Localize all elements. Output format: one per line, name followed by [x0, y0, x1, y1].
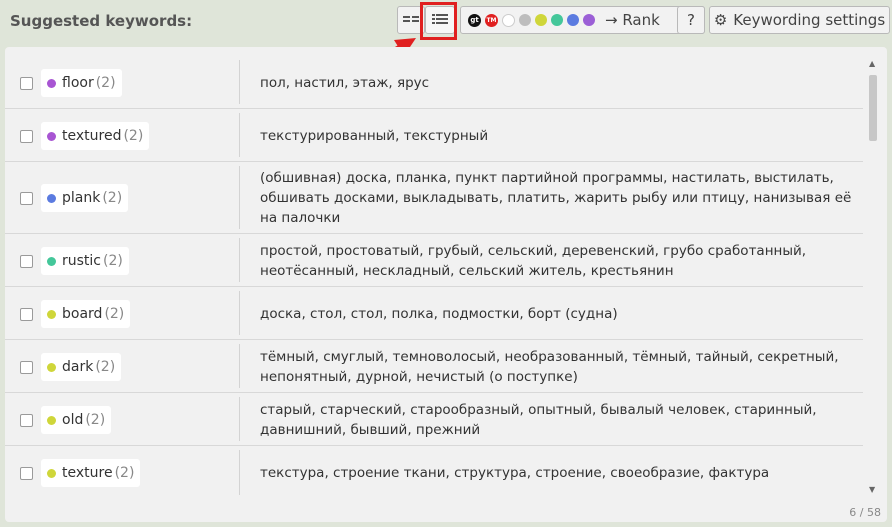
column-divider — [239, 450, 240, 495]
keyword-row: old (2) старый, старческий, старообразный,… — [5, 393, 863, 446]
keyword-translation: пол, настил, этаж, ярус — [260, 75, 430, 91]
keyword-word: dark — [62, 359, 94, 375]
keyword-row: texture (2) текстура, строение ткани, стру… — [5, 446, 863, 499]
keyword-word: floor — [62, 75, 94, 91]
keyword-chip[interactable]: texture (2) — [41, 459, 141, 487]
keyword-color-dot — [47, 415, 56, 425]
keyword-chip[interactable]: old (2) — [41, 406, 112, 434]
rank-label: → Rank — [605, 11, 660, 29]
keyword-color-dot — [47, 131, 56, 141]
keyword-row: textured (2) текстурированный, текстурный — [5, 109, 863, 162]
keyword-panel: floor (2) пол, настил, этаж, ярус textured(… — [5, 47, 887, 522]
color-dot-purple[interactable] — [583, 14, 595, 26]
keyword-word: old — [62, 412, 84, 428]
scroll-up-icon[interactable]: ▲ — [869, 59, 875, 68]
scroll-thumb[interactable] — [869, 75, 877, 141]
keyword-color-dot — [47, 362, 56, 372]
keyword-color-dot — [47, 256, 56, 266]
scroll-down-icon[interactable]: ▼ — [869, 485, 875, 494]
keyword-color-dot — [47, 309, 56, 319]
keyword-translation: (обшивная) доска, планка, пункт партийно… — [260, 170, 852, 226]
keyword-word: board — [62, 306, 103, 322]
keyword-word: texture — [62, 465, 113, 481]
keyword-chip[interactable]: dark (2) — [41, 353, 122, 381]
gt-source-icon: gt — [468, 13, 481, 27]
keyword-color-dot — [47, 78, 56, 88]
column-divider — [239, 166, 240, 229]
scrollbar[interactable]: ▲ ▼ — [867, 57, 879, 497]
keyword-count: (2) — [114, 465, 135, 481]
keyword-checkbox[interactable] — [20, 308, 33, 321]
keyword-chip[interactable]: textured (2) — [41, 122, 150, 150]
compact-list-icon — [403, 16, 419, 22]
keyword-count: (2) — [102, 190, 123, 206]
keyword-chip[interactable]: floor (2) — [41, 69, 122, 97]
keyword-checkbox[interactable] — [20, 192, 33, 205]
keyword-translation: тёмный, смуглый, темноволосый, необразов… — [260, 349, 839, 385]
keyword-count: (2) — [95, 75, 116, 91]
column-divider — [239, 397, 240, 441]
help-button[interactable]: ? — [677, 6, 705, 34]
keyword-count: (2) — [103, 253, 123, 269]
keyword-count: (2) — [123, 128, 144, 144]
keyword-count: (2) — [104, 306, 125, 322]
keyword-row: dark (2) тёмный, смуглый, темноволосый, не… — [5, 340, 863, 393]
color-dot-blue[interactable] — [567, 14, 579, 26]
keyword-translation: текстурированный, текстурный — [260, 128, 489, 144]
pager: 6 / 58 — [849, 506, 881, 519]
keyword-checkbox[interactable] — [20, 414, 33, 427]
page-title: Suggested keywords: — [10, 12, 193, 30]
keyword-checkbox[interactable] — [20, 361, 33, 374]
keyword-checkbox[interactable] — [20, 467, 33, 480]
rank-button[interactable]: gt TM → Rank — [460, 6, 705, 34]
keyword-translation: текстура, строение ткани, структура, стр… — [260, 465, 770, 481]
keyword-row: floor (2) пол, настил, этаж, ярус — [5, 56, 863, 109]
keyword-chip[interactable]: plank (2) — [41, 184, 129, 212]
keyword-row: plank (2) (обшивная) доска, планка, пункт … — [5, 162, 863, 234]
keyword-color-dot — [47, 468, 56, 478]
toolbar: Suggested keywords: gt TM → Rank ? ⚙ Key… — [0, 0, 892, 44]
column-divider — [239, 60, 240, 104]
column-divider — [239, 344, 240, 388]
keyword-chip[interactable]: board (2) — [41, 300, 131, 328]
keyword-checkbox[interactable] — [20, 77, 33, 90]
keyword-count: (2) — [95, 359, 116, 375]
column-divider — [239, 113, 240, 157]
keyword-chip[interactable]: rustic (2) — [41, 247, 129, 275]
keyword-checkbox[interactable] — [20, 130, 33, 143]
keyword-count: (2) — [85, 412, 106, 428]
keyword-translation: старый, старческий, старообразный, опытн… — [260, 402, 817, 438]
column-divider — [239, 238, 240, 282]
keyword-checkbox[interactable] — [20, 255, 33, 268]
settings-label: Keywording settings — [733, 11, 886, 29]
gear-icon: ⚙ — [713, 11, 728, 29]
color-dot-gray[interactable] — [519, 14, 531, 26]
color-dot-white[interactable] — [502, 13, 515, 27]
keyword-word: plank — [62, 190, 101, 206]
color-dot-yellow[interactable] — [535, 14, 547, 26]
keyword-row: board (2) доска, стол, стол, полка, подмос… — [5, 287, 863, 340]
column-divider — [239, 291, 240, 335]
keyword-word: rustic — [62, 253, 101, 269]
keyword-color-dot — [47, 193, 56, 203]
highlight-box — [420, 2, 457, 40]
keyword-word: textured — [62, 128, 122, 144]
color-dot-green[interactable] — [551, 14, 563, 26]
keyword-row: rustic (2) простой, простоватый, грубый, с… — [5, 234, 863, 287]
keyword-translation: доска, стол, стол, полка, подмостки, бор… — [260, 306, 618, 322]
keywording-settings-button[interactable]: ⚙ Keywording settings — [709, 6, 890, 34]
keyword-translation: простой, простоватый, грубый, сельский, … — [260, 243, 807, 279]
tm-source-icon: TM — [485, 13, 498, 27]
